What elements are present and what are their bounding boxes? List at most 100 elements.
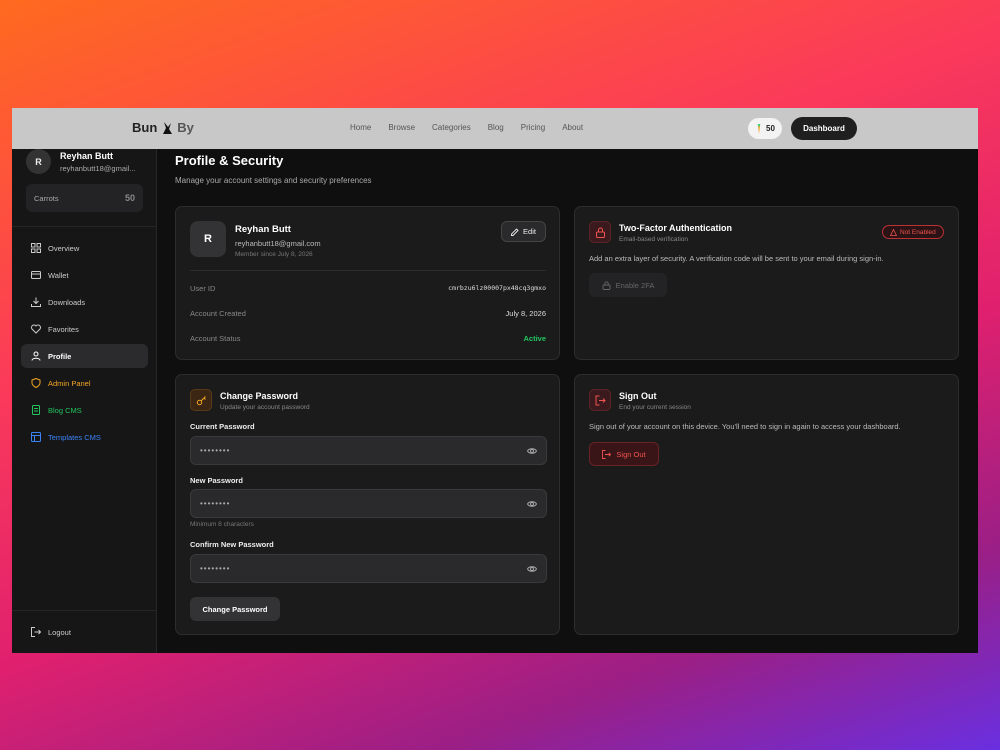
sidebar-item-overview[interactable]: Overview — [21, 236, 148, 260]
status-badge: Not Enabled — [882, 225, 944, 239]
status-badge: Active — [523, 334, 546, 343]
edit-label: Edit — [523, 227, 536, 236]
page-title: Profile & Security — [175, 153, 284, 168]
sign-out-title: Sign Out — [619, 391, 657, 401]
eye-icon[interactable] — [527, 564, 537, 574]
two-factor-description: Add an extra layer of security. A verifi… — [589, 254, 884, 263]
key-icon-box — [190, 389, 212, 411]
eye-icon[interactable] — [527, 446, 537, 456]
app-window: Bun By Home Browse Categories Blog Prici… — [12, 108, 978, 653]
carrots-value: 50 — [124, 193, 135, 203]
sidebar-item-blog-cms[interactable]: Blog CMS — [21, 398, 148, 422]
sign-out-subtitle: End your current session — [619, 404, 691, 411]
edit-profile-button[interactable]: Edit — [501, 221, 546, 242]
enable-2fa-label: Enable 2FA — [615, 280, 655, 290]
sidebar-user: R Reyhan Butt reyhanbutt18@gmail... — [26, 149, 136, 174]
user-id-row: User ID cmrbzu6lz00007px48cq3gmxo — [190, 284, 546, 293]
carrots-summary: Carrots 50 — [26, 184, 143, 212]
sign-out-card: Sign Out End your current session Sign o… — [574, 374, 959, 635]
account-created-label: Account Created — [190, 309, 246, 318]
dashboard-button[interactable]: Dashboard — [791, 117, 857, 140]
badge-label: Not Enabled — [900, 228, 936, 236]
account-status-label: Account Status — [190, 334, 241, 343]
signout-icon-box — [589, 389, 611, 411]
change-password-card: Change Password Update your account pass… — [175, 374, 560, 635]
sidebar-user-name: Reyhan Butt — [60, 150, 114, 161]
main-nav: Home Browse Categories Blog Pricing Abou… — [350, 123, 583, 132]
logo[interactable]: Bun By — [132, 120, 194, 135]
download-icon — [31, 297, 41, 307]
carrot-balance[interactable]: 50 — [748, 118, 782, 139]
avatar: R — [190, 221, 226, 257]
logout-icon — [595, 395, 606, 405]
sidebar-item-wallet[interactable]: Wallet — [21, 263, 148, 287]
current-password-field[interactable]: •••••••• — [190, 436, 547, 465]
sidebar-item-label: Wallet — [48, 270, 69, 280]
account-created-value: July 8, 2026 — [505, 309, 546, 318]
nav-categories[interactable]: Categories — [432, 123, 471, 132]
sidebar-item-admin-panel[interactable]: Admin Panel — [21, 371, 148, 395]
account-created-row: Account Created July 8, 2026 — [190, 309, 546, 318]
nav-pricing[interactable]: Pricing — [521, 123, 545, 132]
warning-icon — [890, 228, 897, 236]
shield-icon — [31, 378, 41, 388]
new-password-field[interactable]: •••••••• — [190, 489, 547, 518]
top-navbar: Bun By Home Browse Categories Blog Prici… — [12, 108, 978, 149]
pencil-icon — [511, 227, 519, 236]
change-password-title: Change Password — [220, 391, 299, 401]
divider — [190, 270, 546, 271]
carrot-count: 50 — [766, 124, 775, 133]
confirm-password-value: •••••••• — [200, 564, 231, 573]
new-password-label: New Password — [190, 476, 243, 485]
lock-icon-box — [589, 221, 611, 243]
logo-suffix: By — [177, 120, 194, 135]
two-factor-card: Two-Factor Authentication Email-based ve… — [574, 206, 959, 360]
key-icon — [196, 395, 206, 405]
lock-icon — [595, 227, 605, 238]
page-subtitle: Manage your account settings and securit… — [175, 176, 372, 185]
enable-2fa-button[interactable]: Enable 2FA — [589, 273, 667, 297]
grid-icon — [31, 243, 41, 253]
sidebar-user-email: reyhanbutt18@gmail... — [60, 163, 136, 173]
bunny-logo-icon — [163, 121, 173, 134]
sidebar-item-label: Profile — [48, 351, 72, 361]
nav-about[interactable]: About — [562, 123, 583, 132]
logo-text: Bun — [132, 120, 158, 135]
profile-email: reyhanbutt18@gmail.com — [235, 239, 321, 248]
heart-icon — [31, 324, 41, 334]
sidebar-item-favorites[interactable]: Favorites — [21, 317, 148, 341]
carrots-label: Carrots — [34, 193, 59, 203]
sidebar-item-profile[interactable]: Profile — [21, 344, 148, 368]
sidebar-item-label: Templates CMS — [48, 432, 101, 442]
logout-icon — [31, 627, 41, 637]
confirm-password-field[interactable]: •••••••• — [190, 554, 547, 583]
divider — [12, 610, 157, 611]
sidebar-item-templates-cms[interactable]: Templates CMS — [21, 425, 148, 449]
sidebar-nav: Overview Wallet Downloads Favorites Prof… — [21, 236, 148, 452]
new-password-value: •••••••• — [200, 499, 231, 508]
document-icon — [32, 405, 40, 415]
sidebar-item-downloads[interactable]: Downloads — [21, 290, 148, 314]
confirm-password-label: Confirm New Password — [190, 540, 274, 549]
two-factor-subtitle: Email-based verification — [619, 236, 689, 243]
profile-name: Reyhan Butt — [235, 224, 291, 235]
eye-icon[interactable] — [527, 499, 537, 509]
logout-button[interactable]: Logout — [31, 627, 71, 637]
profile-card: R Reyhan Butt reyhanbutt18@gmail.com Mem… — [175, 206, 560, 360]
sign-out-label: Sign Out — [616, 449, 646, 459]
wallet-icon — [31, 271, 41, 279]
current-password-label: Current Password — [190, 422, 255, 431]
user-icon — [31, 351, 41, 361]
user-id-value: cmrbzu6lz00007px48cq3gmxo — [448, 284, 546, 292]
sign-out-button[interactable]: Sign Out — [589, 442, 659, 466]
current-password-value: •••••••• — [200, 446, 231, 455]
sidebar-item-label: Favorites — [48, 324, 79, 334]
change-password-button[interactable]: Change Password — [190, 597, 280, 621]
nav-browse[interactable]: Browse — [388, 123, 415, 132]
user-id-label: User ID — [190, 284, 216, 293]
sidebar-item-label: Admin Panel — [48, 378, 91, 388]
nav-home[interactable]: Home — [350, 123, 371, 132]
nav-blog[interactable]: Blog — [488, 123, 504, 132]
two-factor-title: Two-Factor Authentication — [619, 223, 732, 233]
avatar: R — [26, 149, 51, 174]
